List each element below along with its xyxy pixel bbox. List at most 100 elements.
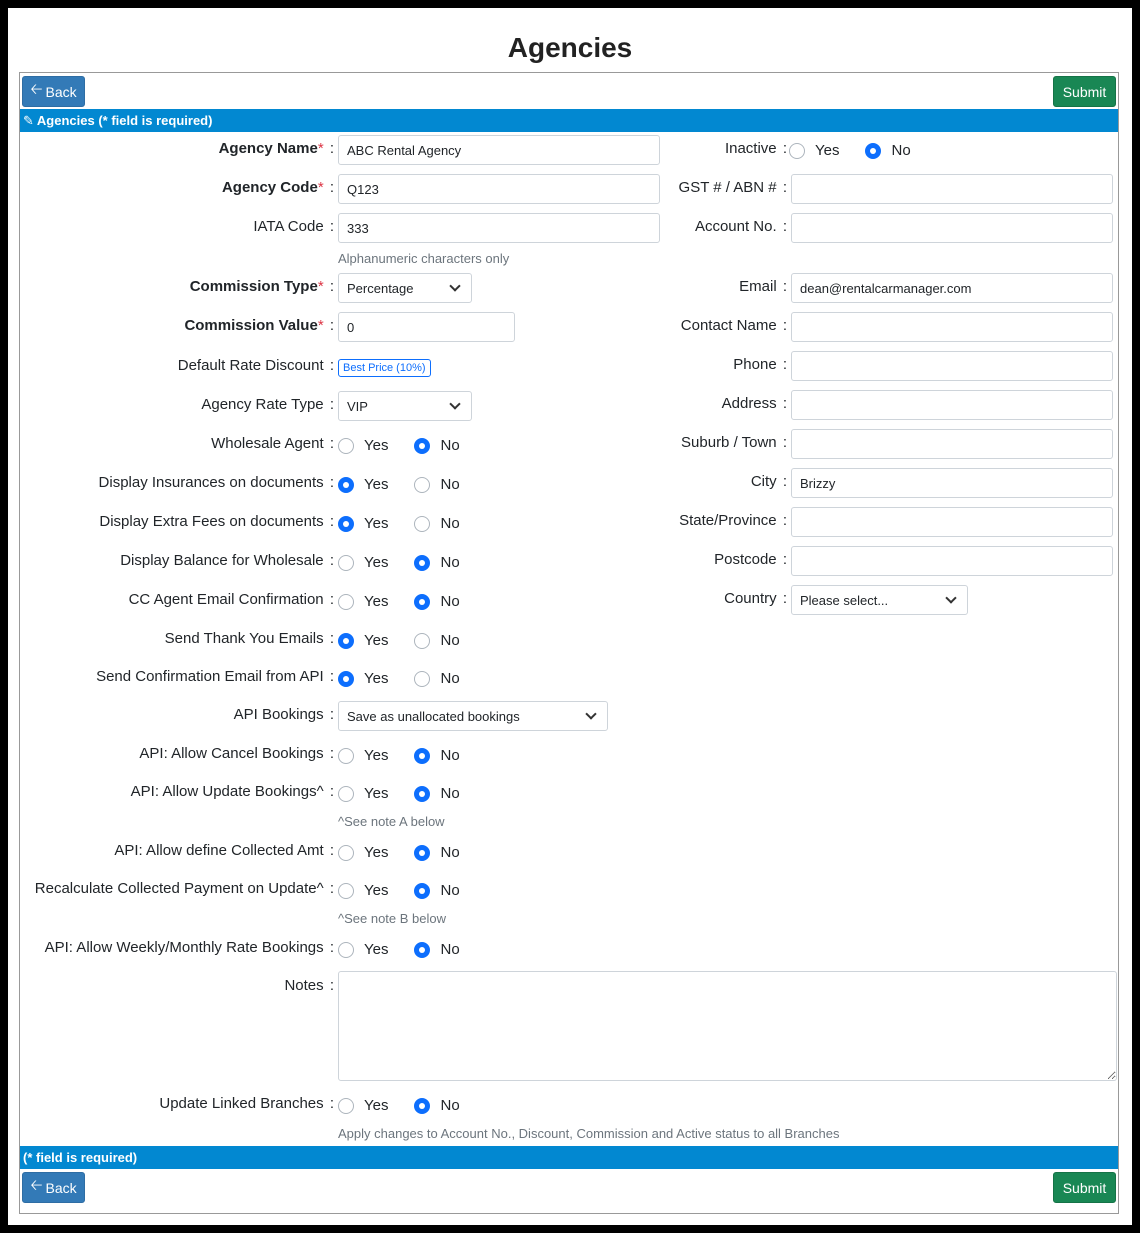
display-extra-fees-radio-group: Yes No — [338, 515, 460, 532]
contact-name-label: Contact Name : — [680, 317, 787, 334]
label-colon: : — [778, 473, 787, 490]
address-input[interactable] — [791, 390, 1113, 420]
country-label: Country : — [724, 590, 787, 607]
required-asterisk: * — [317, 179, 324, 196]
recalculate-collected-no-radio[interactable] — [414, 882, 431, 899]
api-allow-collected-no-radio[interactable] — [414, 844, 431, 861]
send-confirmation-api-yes-radio[interactable] — [338, 670, 354, 687]
agency-form-panel: 🡠 Back Submit ✎ Agencies (* field is req… — [19, 72, 1119, 1214]
required-asterisk: * — [317, 278, 324, 295]
display-extra-fees-no-radio[interactable] — [414, 515, 431, 532]
notes-textarea[interactable] — [338, 971, 1117, 1081]
api-allow-weekly-no-radio[interactable] — [414, 941, 431, 958]
inactive-label: Inactive : — [724, 140, 787, 157]
submit-button-bottom[interactable]: Submit — [1053, 1172, 1116, 1203]
page-frame: Agencies 🡠 Back Submit ✎ Agencies (* fie… — [8, 8, 1132, 1225]
label-colon: : — [325, 513, 334, 530]
best-price-badge[interactable]: Best Price (10%) — [338, 359, 431, 377]
wholesale-agent-yes-radio[interactable] — [338, 437, 354, 454]
commission-value-input[interactable]: 0 — [338, 312, 515, 342]
radio-option-label: Yes — [364, 882, 389, 899]
agency-rate-type-select[interactable]: VIP — [338, 391, 472, 421]
state-province-input[interactable] — [791, 507, 1113, 537]
send-thank-you-yes-radio[interactable] — [338, 632, 354, 649]
label-colon: : — [325, 630, 334, 647]
inactive-radio-group: Yes No — [789, 142, 911, 159]
radio-option-label: Yes — [364, 437, 389, 454]
label-colon: : — [325, 179, 334, 196]
api-allow-cancel-no-radio[interactable] — [414, 747, 431, 764]
recalculate-collected-label: Recalculate Collected Payment on Update^… — [34, 880, 334, 897]
radio-option-label: No — [440, 476, 460, 493]
notes-label: Notes : — [284, 977, 334, 994]
suburb-town-input[interactable] — [791, 429, 1113, 459]
radio-option-label: No — [440, 785, 460, 802]
api-allow-update-radio-group: Yes No — [338, 785, 460, 802]
radio-option-label: No — [440, 747, 460, 764]
radio-option-label: Yes — [364, 844, 389, 861]
city-input[interactable]: Brizzy — [791, 468, 1113, 498]
agency-code-input[interactable]: Q123 — [338, 174, 660, 204]
required-asterisk: * — [317, 317, 324, 334]
display-insurances-radio-group: Yes No — [338, 476, 460, 493]
api-allow-collected-yes-radio[interactable] — [338, 844, 354, 861]
account-no-input[interactable] — [791, 213, 1113, 243]
form-footer-bar: (* field is required) — [20, 1146, 1118, 1169]
api-bookings-select[interactable]: Save as unallocated bookings — [338, 701, 608, 731]
send-confirmation-api-no-radio[interactable] — [414, 670, 431, 687]
address-label: Address : — [721, 395, 787, 412]
cc-agent-email-no-radio[interactable] — [414, 593, 431, 610]
inactive-no-radio[interactable] — [865, 142, 882, 159]
display-balance-label: Display Balance for Wholesale : — [120, 552, 334, 569]
radio-option-label: Yes — [364, 941, 389, 958]
label-colon: : — [778, 218, 787, 235]
inactive-yes-radio[interactable] — [789, 142, 805, 159]
postcode-input[interactable] — [791, 546, 1113, 576]
agency-name-input[interactable]: ABC Rental Agency — [338, 135, 660, 165]
display-insurances-no-radio[interactable] — [414, 476, 431, 493]
radio-option-label: No — [440, 670, 460, 687]
postcode-label: Postcode : — [714, 551, 787, 568]
wholesale-agent-no-radio[interactable] — [414, 437, 431, 454]
phone-label: Phone : — [733, 356, 787, 373]
api-allow-update-yes-radio[interactable] — [338, 785, 354, 802]
update-linked-branches-radio-group: Yes No — [338, 1097, 460, 1114]
send-thank-you-no-radio[interactable] — [414, 632, 431, 649]
account-no-label: Account No. : — [694, 218, 787, 235]
iata-code-input[interactable]: 333 — [338, 213, 660, 243]
commission-type-select[interactable]: Percentage — [338, 273, 472, 303]
api-allow-weekly-yes-radio[interactable] — [338, 941, 354, 958]
update-linked-branches-no-radio[interactable] — [414, 1097, 431, 1114]
display-balance-yes-radio[interactable] — [338, 554, 354, 571]
radio-option-label: Yes — [364, 670, 389, 687]
display-insurances-yes-radio[interactable] — [338, 476, 354, 493]
display-balance-no-radio[interactable] — [414, 554, 431, 571]
update-linked-branches-yes-radio[interactable] — [338, 1097, 354, 1114]
label-colon: : — [325, 591, 334, 608]
email-input[interactable]: dean@rentalcarmanager.com — [791, 273, 1113, 303]
commission-type-label: Commission Type* : — [189, 278, 334, 295]
api-allow-cancel-yes-radio[interactable] — [338, 747, 354, 764]
contact-name-input[interactable] — [791, 312, 1113, 342]
api-allow-update-hint: ^See note A below — [338, 814, 445, 829]
radio-option-label: Yes — [364, 593, 389, 610]
gst-abn-input[interactable] — [791, 174, 1113, 204]
label-colon: : — [778, 590, 787, 607]
radio-option-label: No — [440, 632, 460, 649]
recalculate-collected-yes-radio[interactable] — [338, 882, 354, 899]
country-select[interactable]: Please select... — [791, 585, 968, 615]
radio-option-label: No — [440, 882, 460, 899]
suburb-town-label: Suburb / Town : — [681, 434, 787, 451]
phone-input[interactable] — [791, 351, 1113, 381]
api-allow-update-no-radio[interactable] — [414, 785, 431, 802]
cc-agent-email-radio-group: Yes No — [338, 593, 460, 610]
label-colon: : — [778, 140, 787, 157]
cc-agent-email-yes-radio[interactable] — [338, 593, 354, 610]
gst-abn-label: GST # / ABN # : — [678, 179, 787, 196]
arrow-left-icon: 🡠 — [30, 1177, 43, 1194]
default-rate-discount-label: Default Rate Discount : — [177, 357, 334, 374]
label-colon: : — [778, 434, 787, 451]
label-colon: : — [778, 317, 787, 334]
back-button-bottom[interactable]: 🡠 Back — [22, 1172, 85, 1203]
display-extra-fees-yes-radio[interactable] — [338, 515, 354, 532]
